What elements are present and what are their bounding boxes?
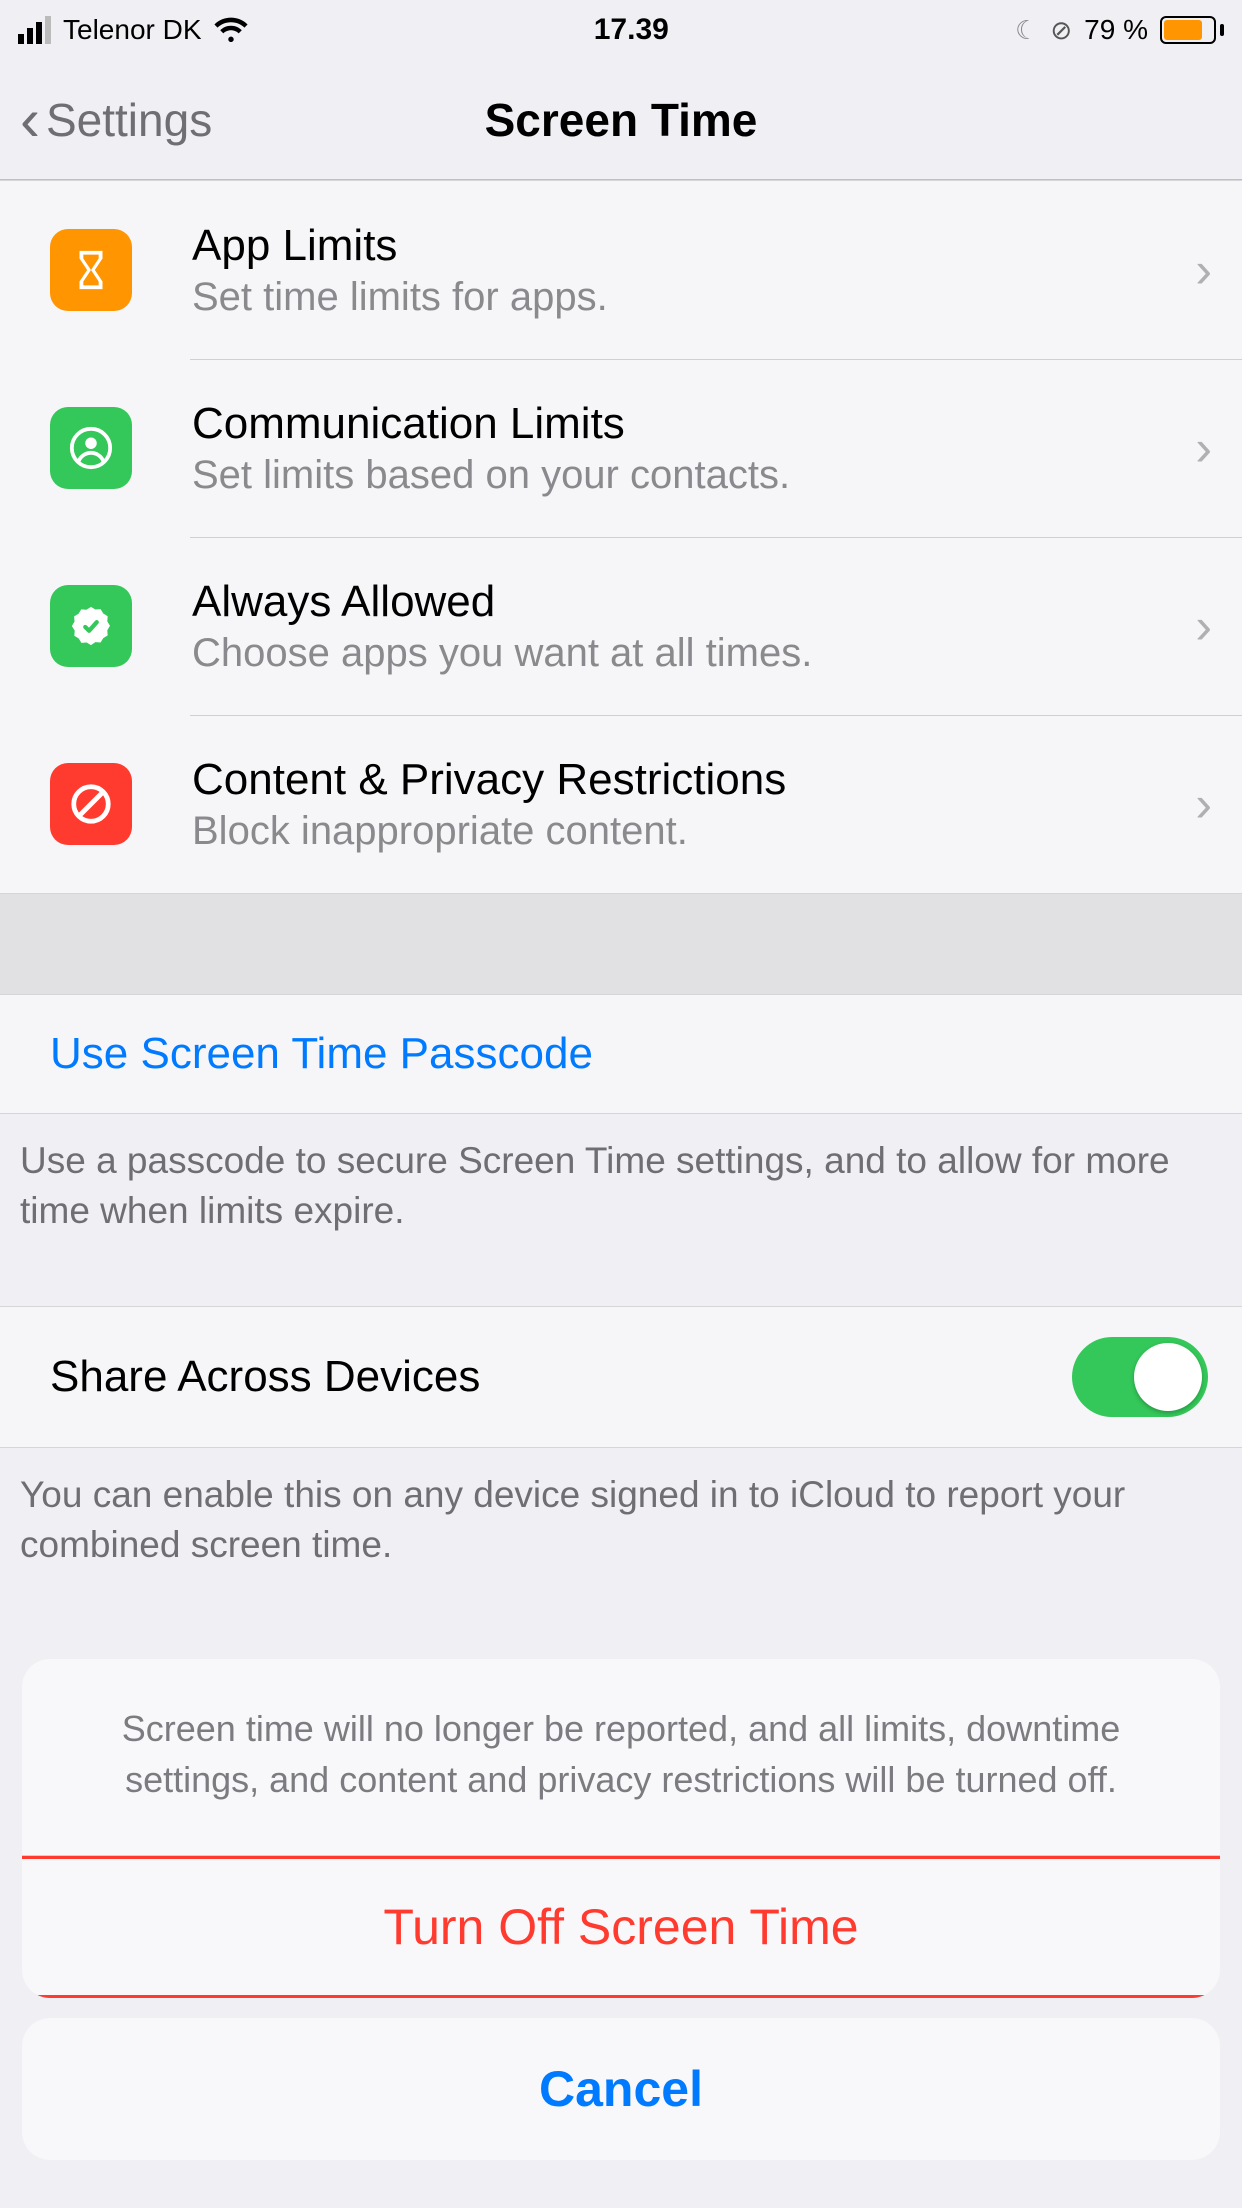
do-not-disturb-icon: ☾ [1015, 15, 1038, 46]
row-subtitle: Set limits based on your contacts. [192, 453, 1175, 498]
wifi-icon [214, 17, 248, 43]
row-app-limits[interactable]: App Limits Set time limits for apps. › [0, 181, 1242, 359]
row-title: Communication Limits [192, 399, 1175, 449]
row-title: Content & Privacy Restrictions [192, 755, 1175, 805]
passcode-footer: Use a passcode to secure Screen Time set… [0, 1114, 1242, 1246]
share-toggle[interactable] [1072, 1337, 1208, 1417]
row-content-privacy[interactable]: Content & Privacy Restrictions Block ina… [0, 715, 1242, 893]
chevron-left-icon: ‹ [20, 90, 40, 150]
cancel-button[interactable]: Cancel [22, 2018, 1220, 2160]
link-label: Use Screen Time Passcode [50, 1029, 593, 1078]
signal-icon [18, 16, 51, 44]
row-use-passcode[interactable]: Use Screen Time Passcode [0, 994, 1242, 1114]
chevron-right-icon: › [1175, 775, 1212, 833]
chevron-right-icon: › [1175, 597, 1212, 655]
checkmark-seal-icon [50, 585, 132, 667]
clock: 17.39 [594, 13, 669, 47]
screen-time-settings: Telenor DK 17.39 ☾ ⊘ 79 % ‹ Settings Scr… [0, 0, 1242, 2208]
back-button[interactable]: ‹ Settings [20, 90, 212, 150]
sheet-message: Screen time will no longer be reported, … [22, 1659, 1220, 1855]
chevron-right-icon: › [1175, 241, 1212, 299]
hourglass-icon [50, 229, 132, 311]
chevron-right-icon: › [1175, 419, 1212, 477]
row-title: App Limits [192, 221, 1175, 271]
row-subtitle: Block inappropriate content. [192, 809, 1175, 854]
turn-off-action-sheet: Screen time will no longer be reported, … [0, 1659, 1242, 2208]
share-footer: You can enable this on any device signed… [0, 1448, 1242, 1580]
turn-off-screen-time-button[interactable]: Turn Off Screen Time [22, 1856, 1220, 1998]
nav-bar: ‹ Settings Screen Time [0, 60, 1242, 180]
person-circle-icon [50, 407, 132, 489]
orientation-lock-icon: ⊘ [1050, 15, 1072, 46]
row-share-across-devices: Share Across Devices [0, 1306, 1242, 1448]
battery-percent: 79 % [1084, 14, 1148, 46]
row-always-allowed[interactable]: Always Allowed Choose apps you want at a… [0, 537, 1242, 715]
row-communication-limits[interactable]: Communication Limits Set limits based on… [0, 359, 1242, 537]
status-bar: Telenor DK 17.39 ☾ ⊘ 79 % [0, 0, 1242, 60]
row-title: Share Across Devices [50, 1352, 480, 1402]
back-label: Settings [46, 93, 212, 147]
battery-icon [1160, 16, 1224, 44]
section-spacer [0, 894, 1242, 994]
screen-time-options: App Limits Set time limits for apps. › C… [0, 180, 1242, 894]
status-right: ☾ ⊘ 79 % [1015, 14, 1224, 46]
row-title: Always Allowed [192, 577, 1175, 627]
status-left: Telenor DK [18, 14, 248, 46]
page-title: Screen Time [485, 93, 758, 147]
no-sign-icon [50, 763, 132, 845]
row-subtitle: Choose apps you want at all times. [192, 631, 1175, 676]
row-subtitle: Set time limits for apps. [192, 275, 1175, 320]
carrier-label: Telenor DK [63, 14, 202, 46]
